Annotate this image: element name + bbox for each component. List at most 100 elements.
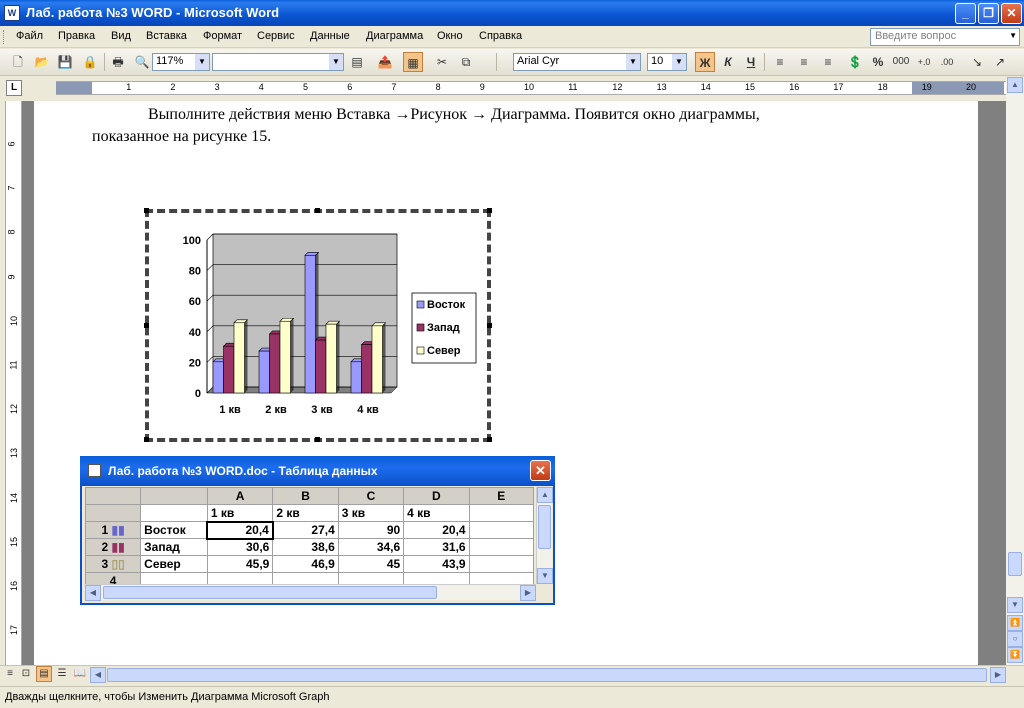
column-header-b[interactable]: B bbox=[272, 487, 339, 505]
value-cell-selected[interactable]: 20,4 bbox=[206, 520, 274, 540]
menu-tools[interactable]: Сервис bbox=[257, 30, 295, 42]
row-header-2[interactable]: 2 ▮▮ bbox=[85, 538, 142, 556]
scroll-down-icon[interactable]: ▼ bbox=[537, 568, 553, 584]
series-label-cell[interactable] bbox=[140, 572, 208, 584]
document-vertical-scrollbar[interactable]: ▲ ▼ ⏫ ○ ⏬ bbox=[1006, 77, 1024, 665]
zoom-combo[interactable]: 117% ▼ bbox=[152, 53, 210, 71]
menu-insert[interactable]: Вставка bbox=[146, 30, 187, 42]
row-header-3[interactable]: 3 ▯▯ bbox=[85, 555, 142, 573]
menu-view[interactable]: Вид bbox=[111, 30, 131, 42]
scroll-thumb[interactable] bbox=[538, 505, 551, 549]
category-cell[interactable]: 2 кв bbox=[272, 504, 339, 522]
category-cell[interactable]: 4 кв bbox=[403, 504, 470, 522]
series-label-header[interactable] bbox=[140, 487, 208, 505]
scroll-up-icon[interactable]: ▲ bbox=[537, 487, 553, 503]
column-header-a[interactable]: A bbox=[206, 487, 274, 505]
column-header-d[interactable]: D bbox=[403, 487, 470, 505]
datasheet-horizontal-scrollbar[interactable]: ◀ ▶ bbox=[85, 584, 536, 601]
format-object-icon[interactable]: ▤ bbox=[347, 52, 367, 72]
menu-data[interactable]: Данные bbox=[310, 30, 350, 42]
increase-decimal-icon[interactable]: +.0 bbox=[914, 52, 934, 72]
value-cell[interactable]: 31,6 bbox=[403, 538, 470, 556]
resize-handle-b[interactable] bbox=[315, 437, 320, 442]
scroll-thumb[interactable] bbox=[1008, 552, 1022, 576]
category-cell[interactable] bbox=[468, 504, 534, 522]
series-label-cell[interactable]: Запад bbox=[140, 538, 208, 556]
cut-icon[interactable]: ✂ bbox=[432, 52, 452, 72]
currency-style-icon[interactable]: 💲 bbox=[845, 52, 865, 72]
copy-icon[interactable]: ⧉ bbox=[456, 52, 476, 72]
decrease-decimal-icon[interactable]: .00 bbox=[937, 52, 957, 72]
open-folder-icon[interactable]: 📂 bbox=[32, 52, 52, 72]
percent-style-button[interactable]: % bbox=[868, 52, 888, 72]
value-cell[interactable] bbox=[272, 572, 339, 584]
scroll-right-icon[interactable]: ▶ bbox=[520, 585, 536, 601]
print-icon[interactable]: 🖶 bbox=[108, 52, 128, 72]
value-cell[interactable]: 34,6 bbox=[337, 538, 405, 556]
value-cell[interactable]: 43,9 bbox=[403, 555, 470, 573]
resize-handle-bl[interactable] bbox=[144, 437, 149, 442]
value-cell[interactable] bbox=[403, 572, 470, 584]
ask-question-input[interactable]: Введите вопрос ▼ bbox=[870, 28, 1020, 46]
value-cell[interactable] bbox=[468, 572, 534, 584]
menu-file[interactable]: Файл bbox=[16, 30, 43, 42]
view-datasheet-icon[interactable]: ▦ bbox=[403, 52, 423, 72]
row-header-empty[interactable] bbox=[85, 504, 142, 522]
scroll-thumb[interactable] bbox=[103, 586, 437, 599]
datasheet-close-button[interactable]: ✕ bbox=[530, 460, 551, 481]
align-right-icon[interactable]: ≡ bbox=[818, 52, 838, 72]
series-label-cell[interactable]: Север bbox=[140, 555, 208, 573]
bold-button[interactable]: Ж bbox=[695, 52, 715, 72]
menu-chart[interactable]: Диаграмма bbox=[366, 30, 423, 42]
row-header-1[interactable]: 1 ▮▮ bbox=[85, 521, 142, 539]
tab-selector[interactable]: L bbox=[6, 80, 22, 96]
font-size-combo[interactable]: 10 ▼ bbox=[647, 53, 687, 71]
datasheet-window[interactable]: Лаб. работа №3 WORD.doc - Таблица данных… bbox=[80, 456, 555, 605]
print-preview-icon[interactable]: 🔍 bbox=[132, 52, 152, 72]
horizontal-ruler[interactable]: 1 2 3 4 5 6 7 8 9 10 11 12 13 14 15 16 17 18 19 20 bbox=[56, 81, 1006, 95]
previous-page-icon[interactable]: ⏫ bbox=[1007, 615, 1023, 631]
scroll-left-icon[interactable]: ◀ bbox=[90, 667, 106, 683]
scroll-down-icon[interactable]: ▼ bbox=[1007, 597, 1023, 613]
value-cell[interactable]: 45 bbox=[337, 555, 405, 573]
minimize-button[interactable]: _ bbox=[955, 3, 976, 24]
reading-layout-icon[interactable]: 📖 bbox=[72, 666, 88, 682]
underline-button[interactable]: Ч bbox=[741, 52, 761, 72]
resize-handle-r[interactable] bbox=[487, 323, 492, 328]
datasheet-grid[interactable]: A B C D E 1 кв 2 кв 3 кв 4 кв 1 ▮▮ Восто… bbox=[85, 487, 534, 584]
value-cell[interactable] bbox=[468, 555, 534, 573]
ask-dropdown-icon[interactable]: ▼ bbox=[1009, 31, 1017, 40]
value-cell[interactable] bbox=[468, 538, 534, 556]
value-cell[interactable]: 90 bbox=[337, 521, 405, 539]
menu-window[interactable]: Окно bbox=[437, 30, 463, 42]
value-cell[interactable]: 20,4 bbox=[403, 521, 470, 539]
value-cell[interactable]: 38,6 bbox=[272, 538, 339, 556]
resize-handle-tr[interactable] bbox=[487, 208, 492, 213]
next-page-icon[interactable]: ⏬ bbox=[1007, 647, 1023, 663]
value-cell[interactable]: 46,9 bbox=[272, 555, 339, 573]
column-header-c[interactable]: C bbox=[337, 487, 405, 505]
value-cell[interactable]: 30,6 bbox=[206, 538, 274, 556]
column-header-e[interactable]: E bbox=[468, 487, 534, 505]
scroll-right-icon[interactable]: ▶ bbox=[990, 667, 1006, 683]
align-left-icon[interactable]: ≡ bbox=[770, 52, 790, 72]
angle-text-up-icon[interactable]: ↗ bbox=[990, 52, 1010, 72]
value-cell[interactable]: 45,9 bbox=[206, 555, 274, 573]
value-cell[interactable] bbox=[468, 521, 534, 539]
select-browse-object-icon[interactable]: ○ bbox=[1007, 631, 1023, 647]
chart-objects-dropdown-icon[interactable]: ▼ bbox=[329, 54, 343, 70]
series-label-cell[interactable]: Восток bbox=[140, 521, 208, 539]
category-cell[interactable]: 3 кв bbox=[337, 504, 405, 522]
row-header-4[interactable]: 4 bbox=[85, 572, 142, 584]
print-layout-icon[interactable]: ▤ bbox=[36, 666, 52, 682]
chart-object[interactable]: 0 20 40 60 80 100 1 кв 2 кв 3 кв 4 кв Восток Запад С… bbox=[145, 209, 491, 442]
comma-style-button[interactable]: 000 bbox=[891, 52, 911, 72]
vertical-ruler[interactable]: 6789101112131415161718 bbox=[5, 101, 22, 679]
restore-button[interactable]: ❐ bbox=[978, 3, 999, 24]
cell[interactable] bbox=[140, 504, 208, 522]
new-document-icon[interactable]: 🗋 bbox=[8, 52, 28, 72]
save-icon[interactable]: 💾 bbox=[55, 52, 75, 72]
horizontal-scroll-thumb[interactable] bbox=[107, 668, 987, 682]
datasheet-title-bar[interactable]: Лаб. работа №3 WORD.doc - Таблица данных… bbox=[80, 456, 555, 486]
outline-view-icon[interactable]: ☰ bbox=[54, 666, 70, 682]
